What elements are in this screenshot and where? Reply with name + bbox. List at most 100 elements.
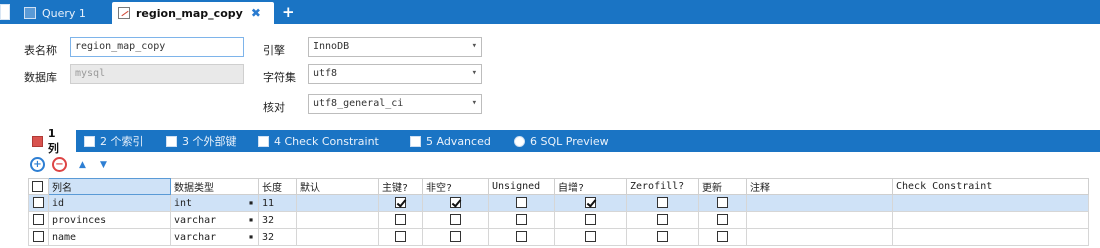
table-name-input[interactable]: region_map_copy: [70, 37, 244, 57]
cell-length[interactable]: 32: [258, 228, 297, 246]
cell-check[interactable]: [892, 194, 1089, 212]
cell-default[interactable]: [296, 194, 379, 212]
cell-unsigned[interactable]: [488, 211, 555, 229]
header-unsigned[interactable]: Unsigned: [488, 178, 555, 195]
cell-zerofill[interactable]: [626, 211, 699, 229]
row-select-cell[interactable]: [28, 228, 49, 246]
tab-foreign-keys[interactable]: 3 个外部键: [166, 130, 237, 152]
header-notnull[interactable]: 非空?: [422, 178, 489, 195]
select-all-checkbox[interactable]: [32, 180, 43, 192]
zerofill-checkbox[interactable]: [657, 231, 668, 243]
foreign-key-icon: [166, 135, 177, 147]
close-icon[interactable]: ✖: [251, 6, 261, 20]
cell-type[interactable]: varchar ▪: [170, 211, 259, 229]
select-all-checkbox-cell[interactable]: [28, 178, 49, 195]
notnull-checkbox[interactable]: [450, 214, 461, 226]
row-select-checkbox[interactable]: [33, 231, 44, 243]
cell-autoinc[interactable]: [554, 211, 627, 229]
header-length[interactable]: 长度: [258, 178, 297, 195]
type-dropdown-icon[interactable]: ▪: [247, 215, 255, 224]
update-checkbox[interactable]: [717, 214, 728, 226]
move-down-button[interactable]: ▼: [100, 160, 107, 170]
header-update[interactable]: 更新: [698, 178, 747, 195]
cell-pk[interactable]: [378, 228, 423, 246]
cell-notnull[interactable]: [422, 194, 489, 212]
cell-comment[interactable]: [746, 228, 893, 246]
cell-update[interactable]: [698, 211, 747, 229]
cell-check[interactable]: [892, 228, 1089, 246]
pk-checkbox[interactable]: [395, 197, 406, 209]
charset-select[interactable]: utf8 ▾: [308, 64, 482, 84]
cell-notnull[interactable]: [422, 211, 489, 229]
zerofill-checkbox[interactable]: [657, 197, 668, 209]
cell-name[interactable]: id: [48, 194, 171, 212]
header-type[interactable]: 数据类型: [170, 178, 259, 195]
cell-default[interactable]: [296, 228, 379, 246]
cell-zerofill[interactable]: [626, 194, 699, 212]
cell-zerofill[interactable]: [626, 228, 699, 246]
cell-type[interactable]: varchar ▪: [170, 228, 259, 246]
table-row[interactable]: provinces varchar ▪ 32: [28, 211, 1089, 229]
row-select-cell[interactable]: [28, 194, 49, 212]
pk-checkbox[interactable]: [395, 214, 406, 226]
zerofill-checkbox[interactable]: [657, 214, 668, 226]
header-default[interactable]: 默认: [296, 178, 379, 195]
notnull-checkbox[interactable]: [450, 231, 461, 243]
table-row[interactable]: id int ▪ 11: [28, 194, 1089, 212]
tab-columns[interactable]: 1 列: [26, 127, 76, 155]
autoinc-checkbox[interactable]: [585, 197, 596, 209]
move-up-button[interactable]: ▲: [79, 160, 86, 170]
unsigned-checkbox[interactable]: [516, 214, 527, 226]
header-zerofill[interactable]: Zerofill?: [626, 178, 699, 195]
cell-pk[interactable]: [378, 194, 423, 212]
cell-unsigned[interactable]: [488, 228, 555, 246]
header-check[interactable]: Check Constraint: [892, 178, 1089, 195]
row-select-checkbox[interactable]: [33, 214, 44, 226]
notnull-checkbox[interactable]: [450, 197, 461, 209]
autoinc-checkbox[interactable]: [585, 214, 596, 226]
header-autoinc[interactable]: 自增?: [554, 178, 627, 195]
cell-update[interactable]: [698, 194, 747, 212]
tab-indexes[interactable]: 2 个索引: [84, 130, 144, 152]
cell-name[interactable]: name: [48, 228, 171, 246]
tab-advanced[interactable]: 5 Advanced: [410, 130, 491, 152]
cell-check[interactable]: [892, 211, 1089, 229]
unsigned-checkbox[interactable]: [516, 197, 527, 209]
row-select-cell[interactable]: [28, 211, 49, 229]
tab-region-map-copy[interactable]: region_map_copy ✖: [112, 2, 274, 24]
type-dropdown-icon[interactable]: ▪: [247, 198, 255, 207]
row-select-checkbox[interactable]: [33, 197, 44, 209]
cell-autoinc[interactable]: [554, 228, 627, 246]
cell-comment[interactable]: [746, 194, 893, 212]
tab-query-1[interactable]: Query 1: [18, 2, 110, 24]
update-checkbox[interactable]: [717, 197, 728, 209]
tab-check-constraint[interactable]: 4 Check Constraint: [258, 130, 379, 152]
engine-label: 引擎: [263, 44, 285, 57]
unsigned-checkbox[interactable]: [516, 231, 527, 243]
cell-autoinc[interactable]: [554, 194, 627, 212]
autoinc-checkbox[interactable]: [585, 231, 596, 243]
collation-select[interactable]: utf8_general_ci ▾: [308, 94, 482, 114]
update-checkbox[interactable]: [717, 231, 728, 243]
header-name[interactable]: 列名: [48, 178, 171, 195]
cell-comment[interactable]: [746, 211, 893, 229]
pk-checkbox[interactable]: [395, 231, 406, 243]
cell-unsigned[interactable]: [488, 194, 555, 212]
header-pk[interactable]: 主键?: [378, 178, 423, 195]
cell-length[interactable]: 11: [258, 194, 297, 212]
add-tab-icon[interactable]: +: [282, 3, 295, 21]
header-comment[interactable]: 注释: [746, 178, 893, 195]
cell-notnull[interactable]: [422, 228, 489, 246]
add-column-button[interactable]: +: [30, 157, 45, 172]
cell-update[interactable]: [698, 228, 747, 246]
tab-sql-preview[interactable]: 6 SQL Preview: [514, 130, 609, 152]
type-dropdown-icon[interactable]: ▪: [247, 232, 255, 241]
engine-select[interactable]: InnoDB ▾: [308, 37, 482, 57]
cell-pk[interactable]: [378, 211, 423, 229]
table-row[interactable]: name varchar ▪ 32: [28, 228, 1089, 246]
cell-type[interactable]: int ▪: [170, 194, 259, 212]
cell-default[interactable]: [296, 211, 379, 229]
cell-length[interactable]: 32: [258, 211, 297, 229]
remove-column-button[interactable]: −: [52, 157, 67, 172]
cell-name[interactable]: provinces: [48, 211, 171, 229]
